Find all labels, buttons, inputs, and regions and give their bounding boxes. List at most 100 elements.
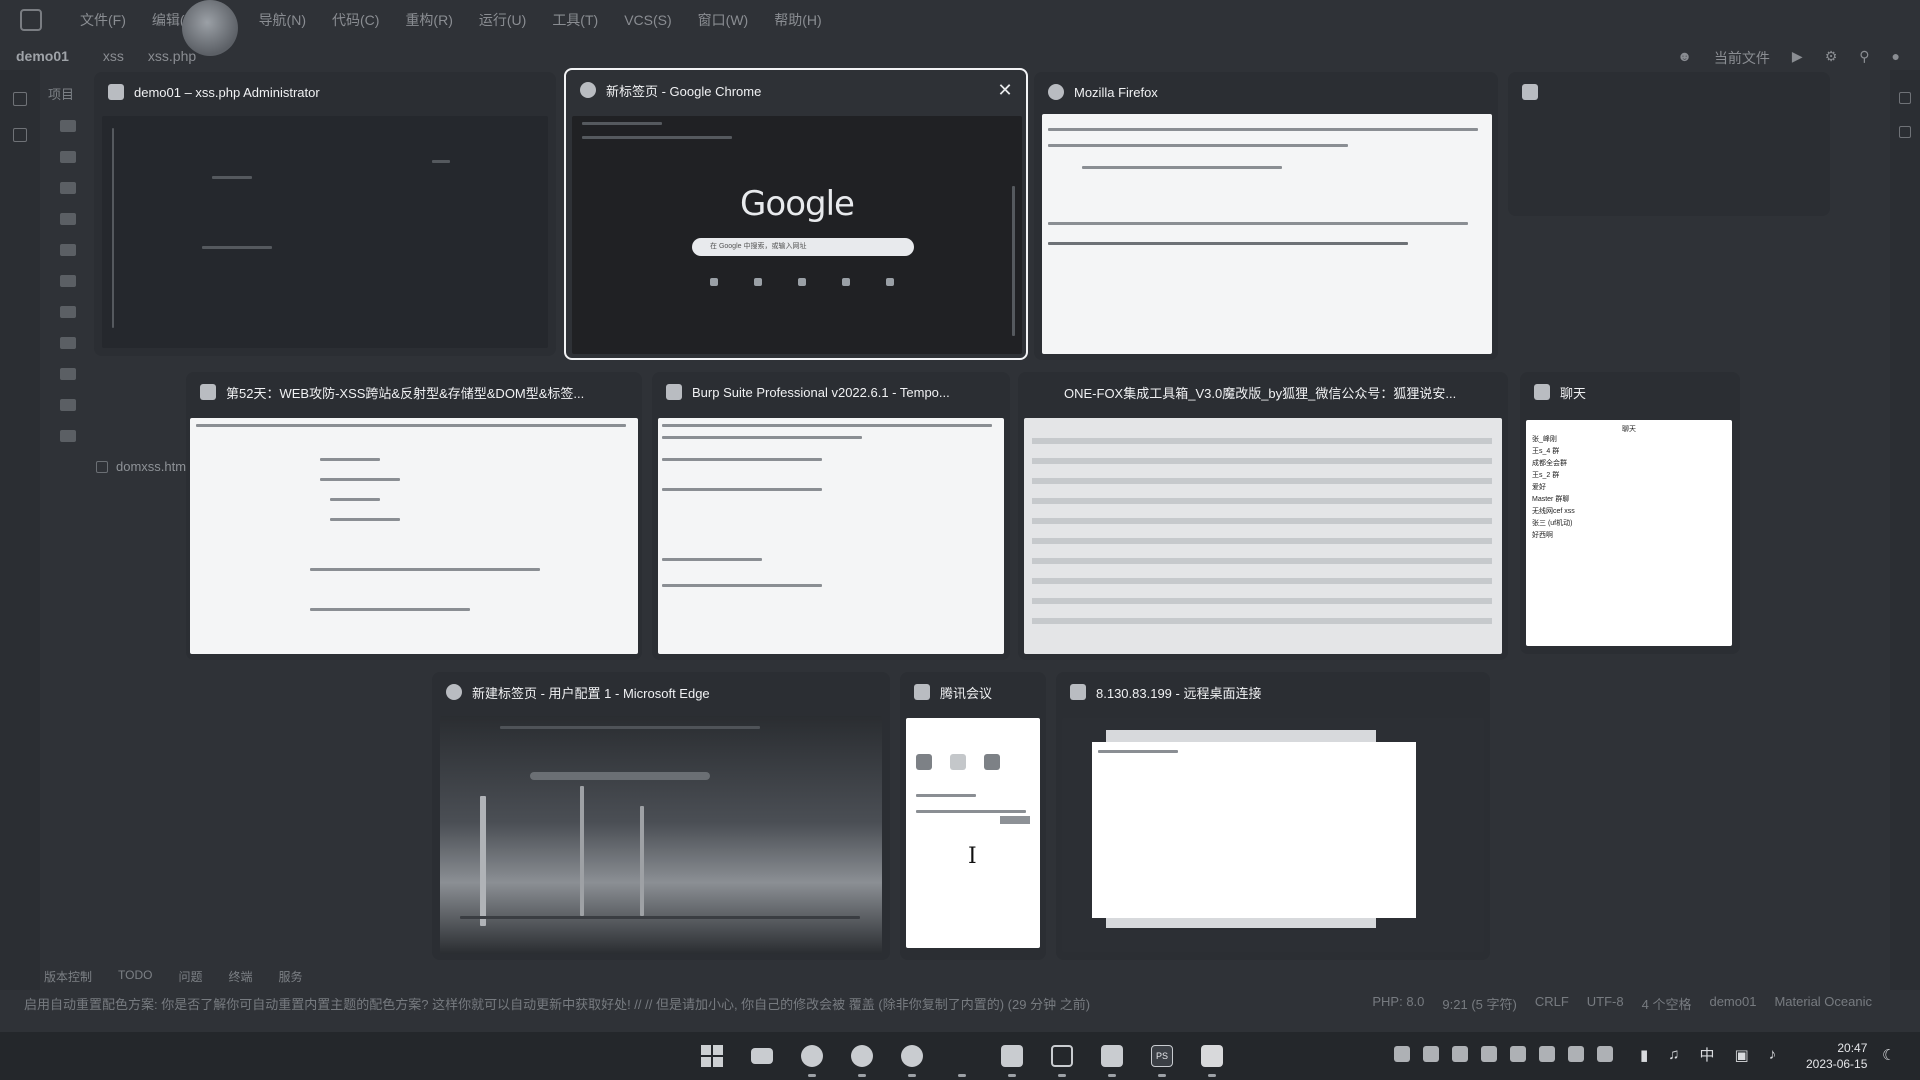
shortcut-icon <box>710 278 718 286</box>
tree-folder[interactable] <box>60 420 200 451</box>
chat-item: 好西啊 <box>1532 532 1553 539</box>
run-icon[interactable]: ▶ <box>1792 48 1803 68</box>
status-line-ending[interactable]: CRLF <box>1535 994 1569 1013</box>
burp-icon[interactable] <box>1196 1040 1228 1077</box>
typora-icon[interactable] <box>1046 1040 1078 1077</box>
status-indent[interactable]: 4 个空格 <box>1642 994 1692 1013</box>
window-blank[interactable] <box>1508 72 1830 216</box>
status-position[interactable]: 9:21 (5 字符) <box>1442 994 1516 1013</box>
window-phpstorm[interactable]: demo01 – xss.php Administrator <box>94 72 556 356</box>
settings-icon[interactable]: ● <box>1892 48 1900 68</box>
window-thumbnail <box>1024 418 1502 654</box>
network-icon[interactable]: ▣ <box>1735 1046 1749 1064</box>
window-firefox[interactable]: Mozilla Firefox <box>1034 72 1498 360</box>
volume-icon[interactable]: ♪ <box>1769 1046 1777 1063</box>
window-remote-desktop[interactable]: 8.130.83.199 - 远程桌面连接 <box>1056 672 1490 960</box>
window-title-bar: 新标签页 - Google Chrome <box>580 70 986 110</box>
window-title: ONE-FOX集成工具箱_V3.0魔改版_by狐狸_微信公众号：狐狸说安... <box>1064 385 1457 401</box>
microphone-icon[interactable]: ♫ <box>1668 1046 1679 1063</box>
menu-refactor[interactable]: 重构(R) <box>405 10 452 30</box>
folder-icon <box>60 119 76 132</box>
breadcrumb-project[interactable]: demo01 <box>16 48 69 64</box>
tray-app-icon[interactable] <box>1423 1046 1439 1062</box>
window-onefox[interactable]: ONE-FOX集成工具箱_V3.0魔改版_by狐狸_微信公众号：狐狸说安... <box>1018 372 1508 660</box>
project-tool-icon[interactable] <box>13 92 27 106</box>
phpstorm-icon <box>108 84 124 100</box>
status-theme[interactable]: Material Oceanic <box>1774 994 1872 1013</box>
window-title: 腾讯会议 <box>940 685 993 701</box>
taskbar: PS ▮ ♫ 中 ▣ ♪ 20:47 2023-06-15 ☾ <box>0 1032 1920 1080</box>
tray-app-icon[interactable] <box>1568 1046 1584 1062</box>
breadcrumb-folder[interactable]: xss <box>103 48 124 64</box>
tree-folder[interactable] <box>60 358 200 389</box>
window-burp[interactable]: Burp Suite Professional v2022.6.1 - Temp… <box>652 372 1010 660</box>
file-explorer-icon[interactable] <box>746 1040 778 1072</box>
window-title-bar: Burp Suite Professional v2022.6.1 - Temp… <box>666 372 970 412</box>
close-icon[interactable]: ✕ <box>996 81 1014 99</box>
blank-icon[interactable] <box>946 1040 978 1077</box>
run-config-selector[interactable]: 当前文件 <box>1714 48 1770 68</box>
window-thumbnail: 聊天 张_峰刚 王s_4 群 成都全会群 王s_2 群 爱好 Master 群聊… <box>1526 420 1732 646</box>
notifications-icon[interactable] <box>1899 92 1911 104</box>
breadcrumb-file[interactable]: xss.php <box>148 48 196 64</box>
status-project[interactable]: demo01 <box>1709 994 1756 1013</box>
menu-navigate[interactable]: 导航(N) <box>259 10 306 30</box>
chat-item: 张_峰刚 <box>1532 436 1557 443</box>
tree-folder[interactable] <box>60 389 200 420</box>
tray-app-icon[interactable] <box>1597 1046 1613 1062</box>
window-typora[interactable]: 第52天：WEB攻防-XSS跨站&反射型&存储型&DOM型&标签... <box>186 372 642 660</box>
shortcut-icon <box>798 278 806 286</box>
structure-tool-icon[interactable] <box>13 128 27 142</box>
project-tab[interactable]: 项目 <box>48 84 74 103</box>
taskbar-apps: PS <box>696 1040 1228 1077</box>
meeting-icon[interactable] <box>1096 1040 1128 1077</box>
tool-problems[interactable]: 问题 <box>178 968 202 985</box>
tool-vcs[interactable]: 版本控制 <box>44 968 92 985</box>
menu-run[interactable]: 运行(U) <box>479 10 526 30</box>
menu-window[interactable]: 窗口(W) <box>698 10 749 30</box>
status-encoding[interactable]: UTF-8 <box>1587 994 1624 1013</box>
tray-app-icon[interactable] <box>1510 1046 1526 1062</box>
status-bar: 启用自动重置配色方案: 你是否了解你可自动重置内置主题的配色方案? 这样你就可以… <box>0 990 1920 1016</box>
window-thumbnail <box>440 716 882 954</box>
shortcut-icon <box>842 278 850 286</box>
folder-icon <box>60 181 76 194</box>
firefox-icon[interactable] <box>896 1040 928 1077</box>
remote-desktop-icon[interactable] <box>996 1040 1028 1077</box>
tray-app-icon[interactable] <box>1394 1046 1410 1062</box>
menu-code[interactable]: 代码(C) <box>332 10 379 30</box>
tree-file[interactable]: domxss.htm <box>60 451 200 482</box>
input-method[interactable]: 中 <box>1700 1044 1715 1065</box>
text-cursor-icon: I <box>968 844 977 869</box>
database-icon[interactable] <box>1899 126 1911 138</box>
menu-help[interactable]: 帮助(H) <box>774 10 821 30</box>
tool-services[interactable]: 服务 <box>279 968 303 985</box>
tray-app-icon[interactable] <box>1481 1046 1497 1062</box>
user-icon[interactable]: ☻ <box>1677 48 1692 68</box>
tray-app-icon[interactable] <box>1539 1046 1555 1062</box>
menu-tools[interactable]: 工具(T) <box>552 10 598 30</box>
window-chat[interactable]: 聊天 聊天 张_峰刚 王s_4 群 成都全会群 王s_2 群 爱好 Master… <box>1520 372 1740 654</box>
window-tencent-meeting[interactable]: 腾讯会议 I <box>900 672 1046 960</box>
notification-bell-icon[interactable]: ☾ <box>1882 1046 1895 1064</box>
shield-icon[interactable] <box>1452 1046 1468 1062</box>
window-chrome[interactable]: 新标签页 - Google Chrome ✕ Google 在 Google 中… <box>564 68 1028 360</box>
status-message[interactable]: 启用自动重置配色方案: 你是否了解你可自动重置内置主题的配色方案? 这样你就可以… <box>24 994 1090 1013</box>
clock[interactable]: 20:47 2023-06-15 <box>1806 1040 1867 1072</box>
edge-icon[interactable] <box>796 1040 828 1077</box>
phpstorm-icon[interactable]: PS <box>1146 1040 1178 1077</box>
start-icon[interactable] <box>696 1040 728 1072</box>
window-edge[interactable]: 新建标签页 - 用户配置 1 - Microsoft Edge <box>432 672 890 960</box>
debug-icon[interactable]: ⚙ <box>1825 48 1838 68</box>
status-php[interactable]: PHP: 8.0 <box>1372 994 1424 1013</box>
chat-item: 爱好 <box>1532 484 1546 491</box>
tool-terminal[interactable]: 终端 <box>228 968 252 985</box>
ide-app-icon <box>20 9 42 31</box>
chrome-icon[interactable] <box>846 1040 878 1077</box>
battery-icon[interactable]: ▮ <box>1640 1046 1648 1064</box>
search-icon[interactable]: ⚲ <box>1859 48 1869 68</box>
tool-todo[interactable]: TODO <box>118 968 152 985</box>
menu-file[interactable]: 文件(F) <box>80 10 126 30</box>
window-thumbnail <box>190 418 638 654</box>
menu-vcs[interactable]: VCS(S) <box>624 12 671 28</box>
